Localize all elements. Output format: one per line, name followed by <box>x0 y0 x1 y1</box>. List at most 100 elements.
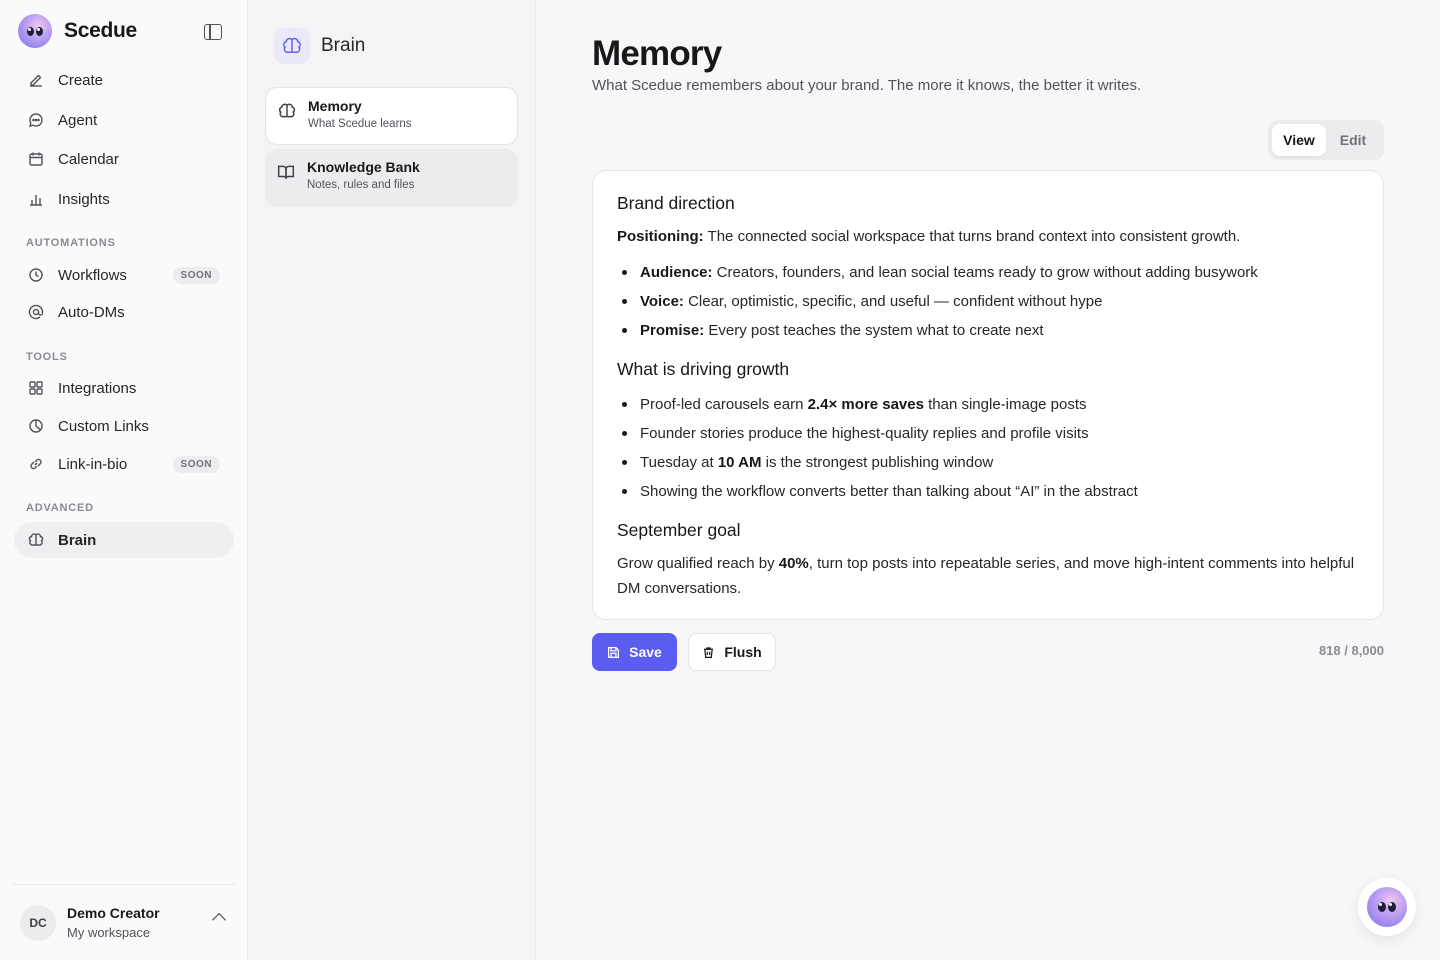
nav-item-insights[interactable]: Insights <box>14 181 234 217</box>
voice-label: Voice: <box>640 293 684 310</box>
brand[interactable]: Scedue <box>18 14 137 48</box>
positioning-line: Positioning: The connected social worksp… <box>617 224 1359 249</box>
card-title: Memory <box>308 98 362 114</box>
nav-label: Custom Links <box>58 417 149 435</box>
soon-badge: SOON <box>172 266 220 284</box>
edit-tab[interactable]: Edit <box>1326 124 1380 156</box>
book-open-icon <box>277 163 295 186</box>
user-name: Demo Creator <box>67 905 160 921</box>
page-subtitle: What Scedue remembers about your brand. … <box>592 77 1142 94</box>
clock-icon <box>28 267 44 283</box>
trash-icon <box>704 646 714 658</box>
list-item: Tuesday at 10 AM is the strongest publis… <box>617 448 1359 477</box>
brain-panel-header: Brain <box>274 28 365 64</box>
calendar-icon <box>28 151 44 167</box>
grid-icon <box>28 380 44 396</box>
emphasis: 2.4× more saves <box>807 396 924 413</box>
card-subtitle: Notes, rules and files <box>307 179 415 191</box>
audience-text: Creators, founders, and lean social team… <box>712 264 1258 281</box>
save-label: Save <box>629 644 662 660</box>
knowledge-bank-card[interactable]: Knowledge Bank Notes, rules and files <box>265 149 518 207</box>
sidebar: Scedue Create Agent Calendar Insights AU… <box>0 0 248 960</box>
brand-name: Scedue <box>64 19 137 42</box>
nav-label: Calendar <box>58 150 119 168</box>
assistant-mascot-icon <box>1367 887 1407 927</box>
section-heading: What is driving growth <box>617 359 790 379</box>
text: Grow qualified reach by <box>617 555 779 572</box>
flush-button[interactable]: Flush <box>688 633 776 671</box>
nav-item-brain[interactable]: Brain <box>14 522 234 558</box>
view-tab[interactable]: View <box>1272 124 1326 156</box>
list-item: Showing the workflow converts better tha… <box>617 477 1359 506</box>
memory-document: Brand direction Positioning: The connect… <box>592 170 1384 620</box>
list-item: Voice: Clear, optimistic, specific, and … <box>617 287 1359 316</box>
emphasis: 10 AM <box>717 454 762 471</box>
nav-item-custom-links[interactable]: Custom Links <box>14 408 234 444</box>
goal-paragraph: Grow qualified reach by 40%, turn top po… <box>617 551 1359 601</box>
text: Proof-led carousels earn <box>640 396 808 413</box>
user-workspace: My workspace <box>67 925 151 940</box>
view-edit-toggle: View Edit <box>1268 120 1384 160</box>
brain-icon <box>278 102 296 125</box>
brain-panel-title: Brain <box>321 35 366 56</box>
card-subtitle: What Scedue learns <box>308 118 412 130</box>
list-item: Audience: Creators, founders, and lean s… <box>617 258 1359 287</box>
nav-item-auto-dms[interactable]: Auto-DMs <box>14 294 234 330</box>
section-label-tools: TOOLS <box>26 351 68 363</box>
section-label-automations: AUTOMATIONS <box>26 237 116 249</box>
edit-icon <box>28 72 44 88</box>
link-icon <box>28 456 44 472</box>
soon-badge: SOON <box>172 455 220 473</box>
nav-label: Create <box>58 71 104 89</box>
nav-label: Auto-DMs <box>58 303 125 321</box>
promise-text: Every post teaches the system what to cr… <box>704 322 1044 339</box>
bar-chart-icon <box>28 191 44 207</box>
emphasis: 40% <box>778 555 809 572</box>
section-heading: Brand direction <box>617 193 735 213</box>
growth-list: Proof-led carousels earn 2.4× more saves… <box>617 390 1359 506</box>
nav-item-agent[interactable]: Agent <box>14 102 234 138</box>
brand-list: Audience: Creators, founders, and lean s… <box>617 258 1359 345</box>
section-heading: September goal <box>617 520 741 540</box>
sidebar-toggle-icon[interactable] <box>204 24 222 40</box>
positioning-text: The connected social workspace that turn… <box>703 228 1241 245</box>
flush-label: Flush <box>724 644 762 660</box>
nav-label: Agent <box>58 111 98 129</box>
user-menu[interactable]: DC Demo Creator My workspace <box>12 884 236 960</box>
list-item: Founder stories produce the highest-qual… <box>617 419 1359 448</box>
nav-label: Link-in-bio <box>58 455 128 473</box>
memory-card[interactable]: Memory What Scedue learns <box>265 87 518 145</box>
page-title: Memory <box>592 34 722 73</box>
nav-label: Brain <box>58 531 97 549</box>
assistant-fab[interactable] <box>1358 878 1416 936</box>
promise-label: Promise: <box>640 322 705 339</box>
nav-item-create[interactable]: Create <box>14 62 234 98</box>
nav-label: Insights <box>58 190 110 208</box>
nav-label: Integrations <box>58 379 137 397</box>
nav-item-calendar[interactable]: Calendar <box>14 141 234 177</box>
positioning-label: Positioning: <box>617 228 704 245</box>
text: is the strongest publishing window <box>761 454 994 471</box>
character-counter: 818 / 8,000 <box>1318 643 1384 658</box>
nav-item-workflows[interactable]: Workflows SOON <box>14 257 234 293</box>
save-button[interactable]: Save <box>592 633 677 671</box>
brain-icon <box>28 532 44 548</box>
section-label-advanced: ADVANCED <box>26 502 94 514</box>
nav-label: Workflows <box>58 266 127 284</box>
voice-text: Clear, optimistic, specific, and useful … <box>683 293 1103 310</box>
nav-item-integrations[interactable]: Integrations <box>14 370 234 406</box>
at-sign-icon <box>28 304 44 320</box>
nav-item-link-in-bio[interactable]: Link-in-bio SOON <box>14 446 234 482</box>
text: Tuesday at <box>640 454 718 471</box>
chevron-up-icon[interactable] <box>211 912 227 928</box>
text: than single-image posts <box>923 396 1087 413</box>
brain-icon <box>274 28 310 64</box>
scedue-logo-icon <box>18 14 52 48</box>
chat-icon <box>28 112 44 128</box>
card-title: Knowledge Bank <box>307 159 420 175</box>
avatar: DC <box>20 905 56 941</box>
brain-panel: Brain Memory What Scedue learns Knowledg… <box>248 0 536 960</box>
save-icon <box>608 646 620 658</box>
pie-icon <box>28 418 44 434</box>
audience-label: Audience: <box>640 264 713 281</box>
